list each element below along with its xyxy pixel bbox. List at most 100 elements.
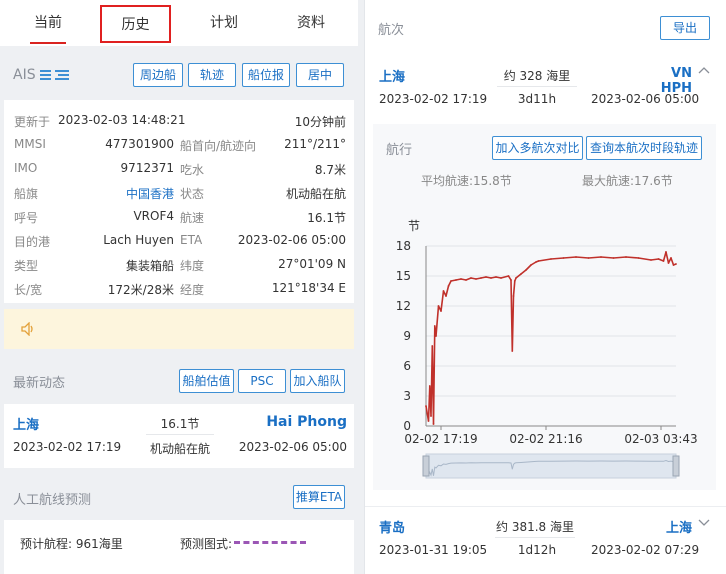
- tab-history[interactable]: 历史: [100, 5, 171, 43]
- chart-zoom-slider: [425, 453, 677, 479]
- nearby-ships-button[interactable]: 周边船: [133, 63, 183, 87]
- ship-valuation-button[interactable]: 船舶估值: [179, 369, 234, 393]
- chevron-down-icon[interactable]: [698, 516, 710, 530]
- export-button[interactable]: 导出: [660, 16, 710, 40]
- ais-title: AIS: [13, 67, 36, 83]
- latest-speed-underline: [146, 434, 214, 435]
- tab-info[interactable]: 资料: [277, 0, 345, 46]
- chart-point: [432, 423, 435, 425]
- tab-plan[interactable]: 计划: [190, 0, 258, 46]
- chart-point: [495, 276, 497, 278]
- chart-point: [480, 277, 482, 279]
- chart-point: [430, 415, 432, 417]
- voyage-item-2[interactable]: 青岛 约 381.8 海里 上海 2023-01-31 19:05 1d12h …: [365, 506, 726, 567]
- add-fleet-button[interactable]: 加入船队: [290, 369, 345, 393]
- chart-point: [612, 257, 615, 259]
- alert-banner: [4, 309, 354, 349]
- predicted-distance: 预计航程: 961海里: [20, 537, 123, 551]
- chart-point: [433, 325, 436, 327]
- ais-list-icon[interactable]: [40, 68, 70, 84]
- speed-chart: 节 0 3 6 9 12 15 18 02-02 17:19 02-02 21:16 02-03 0…: [396, 219, 698, 479]
- chart-xtick-label: 02-03 03:43: [624, 432, 697, 446]
- chart-ytick-label: 12: [396, 299, 411, 313]
- chart-ytick-label: 9: [403, 329, 411, 343]
- position-report-button[interactable]: 船位报: [242, 63, 290, 87]
- latest-from-port[interactable]: 上海: [13, 414, 39, 433]
- latest-to-port[interactable]: Hai Phong: [266, 414, 347, 430]
- chart-ytick-label: 3: [403, 389, 411, 403]
- chart-point: [657, 258, 660, 260]
- speaker-icon[interactable]: [20, 321, 36, 339]
- ais-row-label: IMO: [14, 161, 38, 175]
- chevron-up-icon[interactable]: [698, 65, 710, 79]
- ais-row-label: ETA: [180, 233, 203, 247]
- ais-row-value: 9712371: [120, 161, 174, 175]
- tab-history-label: 历史: [121, 17, 150, 33]
- ais-row-value: 172米/28米: [107, 283, 174, 297]
- tab-current[interactable]: 当前: [14, 0, 82, 46]
- tab-bar: 当前 历史 计划 资料: [0, 0, 358, 46]
- query-track-button[interactable]: 查询本航次时段轨迹: [586, 136, 702, 160]
- estimate-eta-button[interactable]: 推算ETA: [293, 485, 345, 509]
- ais-row-value[interactable]: 中国香港: [126, 185, 174, 202]
- predict-legend-line: [234, 541, 306, 544]
- chart-xtick-label: 02-02 17:19: [404, 432, 477, 446]
- chart-ytick-label: 0: [403, 419, 411, 433]
- predict-legend-label: 预测图式:: [180, 537, 233, 551]
- center-button[interactable]: 居中: [296, 63, 344, 87]
- ais-row-value: 16.1节: [307, 211, 346, 225]
- ais-row-value: 121°18'34 E: [271, 281, 346, 295]
- tab-active-indicator: [30, 42, 66, 44]
- route-predict-card: 预计航程: 961海里 预测图式:: [4, 520, 354, 574]
- chart-point: [475, 278, 477, 280]
- ais-row-value: 集装箱船: [125, 259, 174, 273]
- ais-row-value: VROF4: [133, 209, 174, 223]
- updated-label: 更新于: [14, 115, 51, 129]
- ais-row-value: 8.7米: [314, 163, 346, 177]
- chart-zoom-handle-right: [672, 455, 680, 477]
- latest-depart: 2023-02-02 17:19: [13, 440, 122, 454]
- ais-row-label: 经度: [180, 283, 205, 297]
- chart-point: [562, 257, 565, 259]
- voyage1-arrive: 2023-02-06 05:00: [591, 92, 700, 106]
- sailing-detail-box: 航行 加入多航次对比 查询本航次时段轨迹 平均航速:15.8节 最大航速:17.…: [373, 124, 716, 490]
- add-compare-button[interactable]: 加入多航次对比: [492, 136, 583, 160]
- ais-row-label: 吃水: [180, 163, 205, 177]
- chart-ytick-label: 6: [403, 359, 411, 373]
- voyage2-to: 上海: [665, 521, 692, 536]
- voyage2-duration: 1d12h: [517, 543, 557, 557]
- chart-point: [425, 405, 427, 407]
- latest-speed: 16.1节: [160, 417, 200, 431]
- chart-xtick-label: 02-02 21:16: [509, 432, 582, 446]
- ais-row-label: 航速: [180, 211, 205, 225]
- ais-row-value: 477301900: [105, 137, 174, 151]
- route-predict-title: 人工航线预测: [13, 493, 92, 508]
- right-panel: 航次 导出 上海 约 328 海里 VN HPH 2023-02-02 17:1…: [364, 0, 726, 574]
- chart-ylabel: 节: [408, 219, 420, 233]
- voyage2-from: 青岛: [379, 521, 406, 536]
- chart-point: [672, 264, 675, 266]
- chart-point: [512, 295, 515, 297]
- voyage2-distance: 约 381.8 海里: [496, 520, 574, 534]
- ais-row-label: 长/宽: [14, 283, 43, 297]
- chart-point: [537, 260, 540, 262]
- psc-button[interactable]: PSC: [238, 369, 286, 393]
- ais-row-label: 类型: [14, 259, 39, 273]
- voyage-item-1[interactable]: 上海 约 328 海里 VN HPH 2023-02-02 17:19 3d11…: [365, 54, 726, 114]
- latest-title: 最新动态: [13, 376, 66, 391]
- chart-point: [431, 345, 434, 347]
- chart-point: [587, 257, 590, 259]
- chart-point: [428, 385, 431, 387]
- ais-row-value: 2023-02-06 05:00: [237, 233, 346, 247]
- ais-row-label: 呼号: [14, 211, 39, 225]
- chart-point: [437, 305, 440, 307]
- ais-row-label: MMSI: [14, 137, 46, 151]
- chart-point: [530, 264, 532, 266]
- voyage1-depart: 2023-02-02 17:19: [379, 92, 488, 106]
- avg-speed: 平均航速:15.8节: [421, 174, 512, 188]
- chart-point: [447, 285, 450, 287]
- track-button[interactable]: 轨迹: [188, 63, 236, 87]
- chart-point: [490, 277, 492, 279]
- chart-point: [550, 258, 552, 260]
- tab-info-label: 资料: [297, 15, 325, 31]
